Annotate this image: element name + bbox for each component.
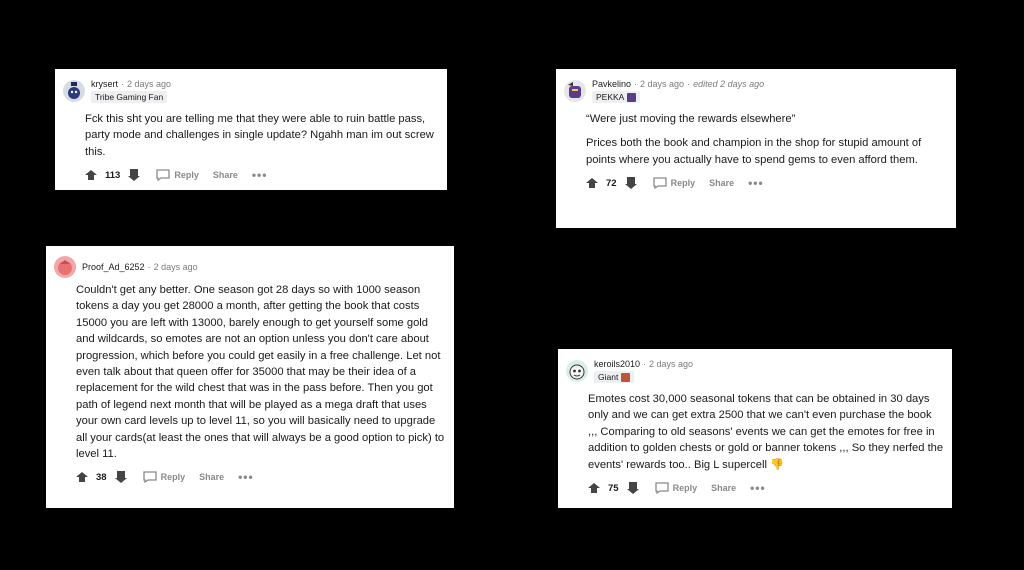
- flair-label: Giant: [598, 372, 619, 382]
- user-flair: Giant: [594, 371, 635, 383]
- more-options-icon[interactable]: •••: [238, 471, 254, 483]
- share-button[interactable]: Share: [711, 483, 736, 493]
- comment-actions: 72 Reply Share •••: [584, 176, 948, 190]
- reply-button[interactable]: Reply: [142, 471, 186, 484]
- comment-header: Pavkelino · 2 days ago · edited 2 days ago P…: [564, 79, 948, 103]
- username[interactable]: Proof_Ad_6252: [82, 262, 145, 272]
- vote-score: 75: [608, 482, 619, 494]
- upvote-icon[interactable]: [83, 168, 99, 182]
- pekka-flair-icon: [627, 92, 637, 102]
- comment-card: Pavkelino · 2 days ago · edited 2 days ago P…: [556, 69, 956, 228]
- avatar-icon: [569, 364, 585, 380]
- separator-dot: ·: [643, 359, 647, 369]
- avatar[interactable]: [63, 80, 85, 102]
- vote-score: 72: [606, 177, 617, 189]
- more-options-icon[interactable]: •••: [252, 169, 268, 181]
- comment-body: “Were just moving the rewards elsewhere”…: [586, 111, 948, 168]
- share-label: Share: [709, 178, 735, 189]
- downvote-icon[interactable]: [126, 168, 142, 182]
- comment-paragraph: “Were just moving the rewards elsewhere”: [586, 113, 796, 125]
- comment-header: Proof_Ad_6252 · 2 days ago: [54, 256, 446, 278]
- username[interactable]: krysert: [91, 79, 118, 89]
- separator-dot: ·: [687, 79, 691, 89]
- flair-label: PEKKA: [596, 92, 625, 102]
- comment-card: Proof_Ad_6252 · 2 days ago Couldn't get an…: [46, 246, 454, 508]
- reply-label: Reply: [670, 178, 696, 189]
- comment-actions: 38 Reply Share •••: [74, 470, 446, 484]
- comment-paragraph: Couldn't get any better. One season got …: [76, 284, 445, 461]
- share-button[interactable]: Share: [213, 170, 238, 180]
- upvote-icon[interactable]: [586, 481, 602, 495]
- vote-score: 113: [105, 169, 121, 181]
- avatar-icon: [68, 82, 80, 99]
- more-options-icon[interactable]: •••: [750, 482, 766, 494]
- comment-header: krysert · 2 days ago Tribe Gaming Fan: [63, 79, 439, 103]
- upvote-icon[interactable]: [74, 470, 90, 484]
- separator-dot: ·: [147, 262, 151, 272]
- comment-actions: 75 Reply Share •••: [586, 481, 944, 495]
- avatar-icon: [58, 260, 72, 275]
- comment-paragraph: Fck this sht you are telling me that the…: [85, 113, 434, 158]
- downvote-icon[interactable]: [113, 470, 129, 484]
- avatar[interactable]: [566, 360, 588, 382]
- reply-button[interactable]: Reply: [156, 169, 199, 182]
- vote-score: 38: [96, 471, 107, 483]
- username[interactable]: keroils2010: [594, 359, 640, 369]
- upvote-icon[interactable]: [584, 176, 600, 190]
- share-label: Share: [199, 472, 225, 483]
- giant-flair-icon: [621, 372, 631, 382]
- downvote-icon[interactable]: [625, 481, 641, 495]
- reply-button[interactable]: Reply: [654, 482, 698, 495]
- separator-dot: ·: [121, 79, 124, 89]
- reply-button[interactable]: Reply: [652, 177, 696, 190]
- share-button[interactable]: Share: [709, 178, 734, 188]
- comment-body: Fck this sht you are telling me that the…: [85, 111, 439, 160]
- separator-dot: ·: [634, 79, 638, 89]
- username[interactable]: Pavkelino: [592, 79, 631, 89]
- edited-timestamp: edited 2 days ago: [693, 79, 765, 89]
- share-label: Share: [711, 483, 737, 494]
- flair-label: Tribe Gaming Fan: [95, 92, 164, 102]
- comment-card: keroils2010 · 2 days ago Giant Emotes cost…: [558, 349, 952, 508]
- comment-bubble-icon: [652, 177, 667, 190]
- reply-label: Reply: [160, 472, 186, 483]
- avatar[interactable]: [564, 80, 586, 102]
- comment-paragraph: Emotes cost 30,000 seasonal tokens that …: [588, 393, 944, 471]
- comment-bubble-icon: [156, 169, 170, 182]
- avatar[interactable]: [54, 256, 76, 278]
- reply-label: Reply: [174, 170, 199, 181]
- timestamp[interactable]: 2 days ago: [640, 79, 684, 89]
- user-flair: Tribe Gaming Fan: [91, 91, 168, 103]
- comment-paragraph: Prices both the book and champion in the…: [586, 137, 922, 166]
- comment-card: krysert · 2 days ago Tribe Gaming Fan Fck …: [55, 69, 447, 190]
- share-button[interactable]: Share: [199, 472, 224, 482]
- timestamp[interactable]: 2 days ago: [649, 359, 693, 369]
- comment-bubble-icon: [654, 482, 669, 495]
- comment-actions: 113 Reply Share •••: [83, 168, 439, 182]
- share-label: Share: [212, 170, 238, 181]
- avatar-icon: [568, 82, 581, 98]
- more-options-icon[interactable]: •••: [748, 177, 764, 189]
- comment-body: Emotes cost 30,000 seasonal tokens that …: [588, 391, 944, 473]
- comment-header: keroils2010 · 2 days ago Giant: [566, 359, 944, 383]
- user-flair: PEKKA: [592, 91, 641, 103]
- reply-label: Reply: [672, 483, 698, 494]
- timestamp[interactable]: 2 days ago: [154, 262, 198, 272]
- downvote-icon[interactable]: [623, 176, 639, 190]
- comment-body: Couldn't get any better. One season got …: [76, 282, 446, 462]
- comment-bubble-icon: [142, 471, 157, 484]
- timestamp[interactable]: 2 days ago: [127, 79, 171, 89]
